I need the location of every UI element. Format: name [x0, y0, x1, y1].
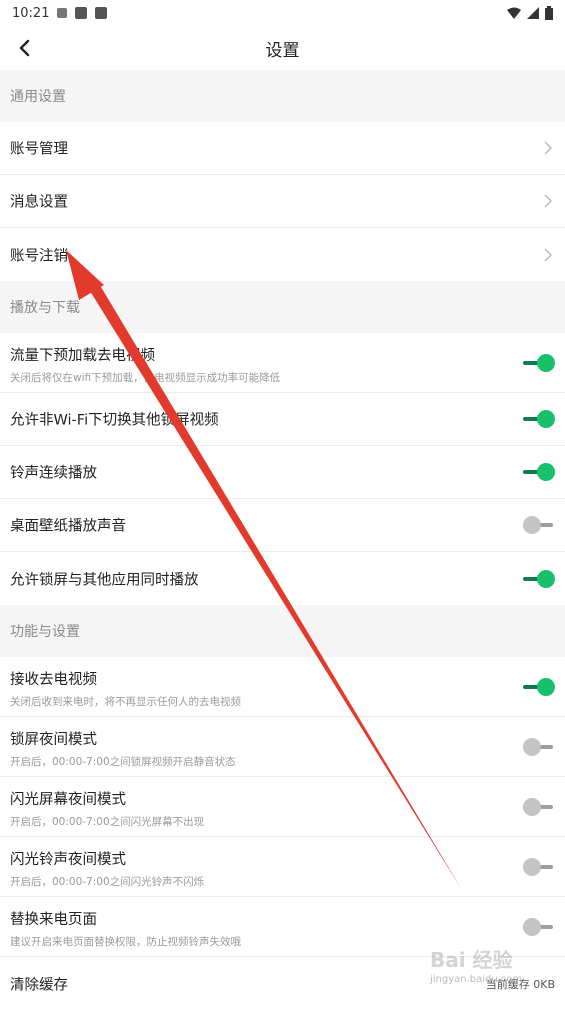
settings-item-label: 替换来电页面 [10, 912, 97, 928]
settings-item-switch-non-wifi: 允许非Wi-Fi下切换其他锁屏视频 [0, 393, 565, 446]
settings-item-receive-outgoing-video: 接收去电视频 关闭后收到来电时，将不再显示任何人的去电视频 [0, 657, 565, 717]
settings-item-lockscreen-simultaneous: 允许锁屏与其他应用同时播放 [0, 552, 565, 605]
settings-item-label: 桌面壁纸播放声音 [10, 518, 126, 535]
settings-item-description: 开启后，00:00-7:00之间闪光屏幕不出现 [10, 816, 205, 828]
back-button[interactable] [8, 32, 40, 64]
section-header-playback: 播放与下载 [0, 281, 565, 333]
settings-item-account-deletion[interactable]: 账号注销 [0, 228, 565, 281]
settings-item-preload-on-cellular: 流量下预加载去电视频 关闭后将仅在wifi下预加载，去电视频显示成功率可能降低 [0, 333, 565, 393]
chevron-right-icon [544, 194, 552, 208]
settings-item-message-settings[interactable]: 消息设置 [0, 175, 565, 228]
watermark-logo: Bai 经验 [430, 948, 513, 972]
settings-item-account-management[interactable]: 账号管理 [0, 122, 565, 175]
settings-item-description: 建议开启来电页面替换权限，防止视频铃声失效哦 [10, 936, 241, 948]
toggle-switch[interactable] [523, 463, 555, 481]
watermark-url: jingyan.baidu.com [430, 974, 523, 985]
settings-item-description: 关闭后将仅在wifi下预加载，去电视频显示成功率可能降低 [10, 372, 281, 384]
settings-item-label: 流量下预加载去电视频 [10, 348, 155, 364]
settings-item-label: 允许锁屏与其他应用同时播放 [10, 572, 199, 588]
toggle-switch[interactable] [523, 353, 555, 372]
back-arrow-icon [19, 39, 30, 57]
section-header-features: 功能与设置 [0, 605, 565, 657]
toggle-switch[interactable] [523, 917, 555, 936]
status-bar: 10:21 [0, 0, 565, 26]
settings-item-label: 铃声连续播放 [10, 465, 97, 482]
notification-a-icon [57, 8, 68, 18]
toggle-switch[interactable] [523, 737, 555, 756]
settings-item-label: 账号管理 [10, 141, 68, 158]
settings-item-label: 允许非Wi-Fi下切换其他锁屏视频 [10, 412, 219, 429]
settings-item-description: 开启后，00:00-7:00之间锁屏视频开启静音状态 [10, 756, 236, 768]
battery-icon [545, 6, 553, 20]
toggle-switch[interactable] [523, 677, 555, 696]
signal-icon [527, 7, 539, 19]
toggle-switch[interactable] [523, 857, 555, 876]
settings-item-flash-ringtone-night-mode: 闪光铃声夜间模式 开启后，00:00-7:00之间闪光铃声不闪烁 [0, 837, 565, 897]
settings-item-ringtone-continuous: 铃声连续播放 [0, 446, 565, 499]
toggle-switch[interactable] [523, 516, 555, 534]
settings-item-label: 账号注销 [10, 248, 68, 264]
wifi-icon [507, 7, 521, 19]
toggle-switch[interactable] [523, 569, 555, 588]
settings-item-label: 闪光屏幕夜间模式 [10, 792, 126, 808]
settings-item-wallpaper-sound: 桌面壁纸播放声音 [0, 499, 565, 552]
settings-item-description: 关闭后收到来电时，将不再显示任何人的去电视频 [10, 696, 241, 708]
toggle-switch[interactable] [523, 797, 555, 816]
settings-item-label: 消息设置 [10, 194, 68, 211]
settings-item-lockscreen-night-mode: 锁屏夜间模式 开启后，00:00-7:00之间锁屏视频开启静音状态 [0, 717, 565, 777]
status-time: 10:21 [12, 5, 50, 21]
settings-item-label: 闪光铃声夜间模式 [10, 852, 126, 868]
settings-item-description: 开启后，00:00-7:00之间闪光铃声不闪烁 [10, 876, 205, 888]
notification-app-icon [75, 7, 88, 19]
chevron-right-icon [544, 141, 552, 155]
notification-app-icon [95, 7, 108, 19]
title-bar: 设置 [0, 26, 565, 70]
settings-item-label: 接收去电视频 [10, 672, 97, 688]
settings-item-flash-screen-night-mode: 闪光屏幕夜间模式 开启后，00:00-7:00之间闪光屏幕不出现 [0, 777, 565, 837]
settings-item-label: 清除缓存 [10, 977, 68, 993]
chevron-right-icon [544, 248, 552, 261]
toggle-switch[interactable] [523, 410, 555, 428]
settings-item-label: 锁屏夜间模式 [10, 732, 97, 748]
section-header-general: 通用设置 [0, 70, 565, 122]
page-title: 设置 [265, 40, 300, 61]
